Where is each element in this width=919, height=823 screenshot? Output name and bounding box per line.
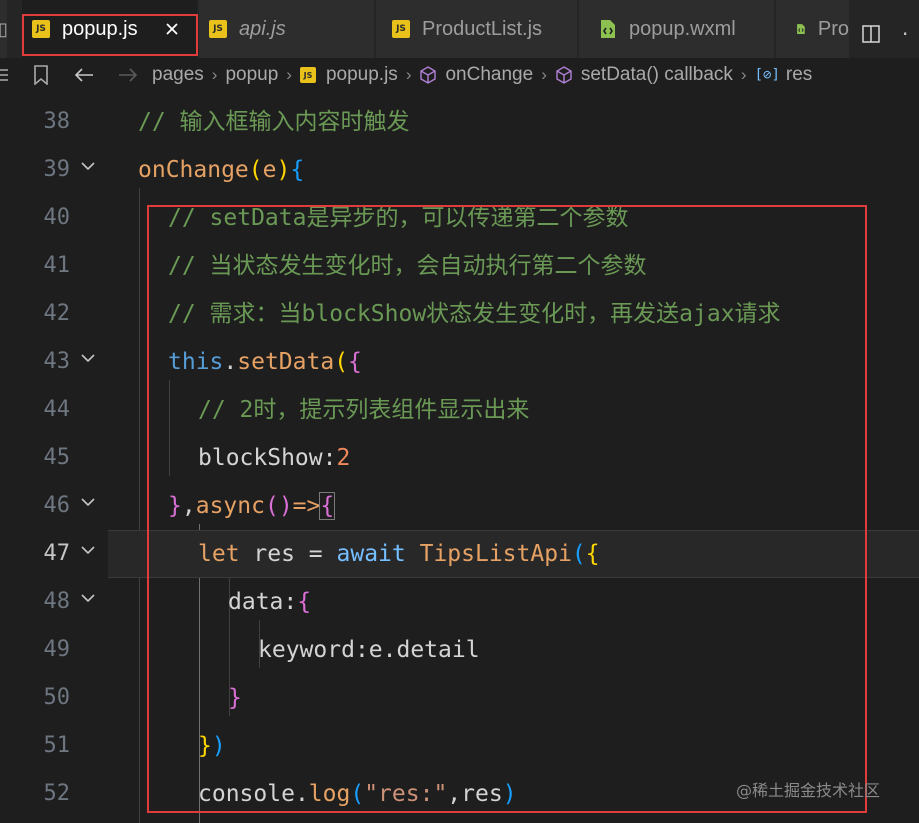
tab-api-js[interactable]: JS api.js — [199, 0, 375, 58]
line-number: 45 — [43, 445, 71, 470]
code-line-current[interactable]: 47 let res = await TipsListApi({ — [0, 530, 919, 578]
code-line[interactable]: 39 onChange(e){ — [0, 146, 919, 194]
line-number: 47 — [43, 541, 71, 566]
tab-productlist-js[interactable]: JS ProductList.js — [376, 0, 578, 58]
code-text: this.setData({ — [168, 349, 362, 375]
line-number: 41 — [43, 253, 71, 278]
line-number: 43 — [43, 349, 71, 374]
tab-label: ProductList.js — [422, 17, 543, 40]
editor-tab-bar: ▯ JS popup.js JS api.js JS ProductList.j… — [0, 0, 919, 59]
code-text: data:{ — [228, 589, 312, 615]
line-number: 38 — [43, 109, 71, 134]
variable-icon: [⊘] — [754, 67, 780, 83]
tab-label: Pro — [817, 17, 849, 40]
breadcrumb-folder-popup[interactable]: popup — [225, 64, 278, 86]
line-number: 48 — [43, 589, 71, 614]
code-line[interactable]: 46 },async()=>{ — [0, 482, 919, 530]
code-comment: // setData是异步的，可以传递第二个参数 — [168, 205, 629, 231]
chevron-right-icon: › — [541, 65, 547, 84]
line-number: 49 — [43, 637, 71, 662]
code-line[interactable]: 44 // 2时，提示列表组件显示出来 — [0, 386, 919, 434]
line-number: 46 — [43, 493, 71, 518]
code-text: } — [228, 685, 242, 711]
chevron-right-icon: › — [740, 65, 747, 84]
code-editor[interactable]: 38 // 输入框输入内容时触发 39 onChange(e){ 40 // s… — [0, 92, 919, 823]
forward-arrow-icon[interactable] — [118, 67, 138, 83]
bookmark-icon[interactable] — [32, 65, 50, 85]
line-number: 39 — [43, 157, 71, 182]
breadcrumb-folder-pages[interactable]: pages — [152, 64, 204, 86]
line-number: 51 — [43, 733, 71, 758]
line-number: 42 — [43, 301, 71, 326]
code-text: }) — [198, 733, 226, 759]
fold-chevron-down-icon[interactable] — [80, 496, 96, 508]
code-text: onChange(e){ — [138, 157, 305, 183]
code-line[interactable]: 49 keyword:e.detail — [0, 626, 919, 674]
code-text: blockShow:2 — [198, 445, 351, 471]
breadcrumb: pages › popup › JS popup.js › onChange ›… — [0, 58, 919, 92]
watermark: @稀土掘金技术社区 — [736, 781, 881, 800]
breadcrumb-symbol-res[interactable]: res — [786, 64, 812, 86]
code-line[interactable]: 41 // 当状态发生变化时，会自动执行第二个参数 — [0, 242, 919, 290]
wxml-file-icon — [601, 20, 615, 38]
code-line[interactable]: 48 data:{ — [0, 578, 919, 626]
line-number: 44 — [43, 397, 71, 422]
code-line[interactable]: 50 } — [0, 674, 919, 722]
close-icon[interactable] — [164, 21, 180, 37]
tab-label: popup.js — [62, 17, 138, 40]
code-line[interactable]: 40 // setData是异步的，可以传递第二个参数 — [0, 194, 919, 242]
code-line[interactable]: 38 // 输入框输入内容时触发 — [0, 98, 919, 146]
chevron-right-icon: › — [405, 65, 412, 84]
line-number: 50 — [43, 685, 71, 710]
code-text: let res = await TipsListApi({ — [198, 541, 600, 567]
code-line[interactable]: 45 blockShow:2 — [0, 434, 919, 482]
split-editor-icon[interactable] — [861, 24, 881, 44]
method-cube-icon — [556, 66, 572, 84]
tab-partial-left-glyph: ▯ — [0, 18, 8, 39]
code-comment: // 需求：当blockShow状态发生变化时，再发送ajax请求 — [168, 301, 781, 327]
chevron-right-icon: › — [211, 65, 218, 84]
code-line[interactable]: 42 // 需求：当blockShow状态发生变化时，再发送ajax请求 — [0, 290, 919, 338]
code-comment: // 2时，提示列表组件显示出来 — [198, 397, 530, 423]
tab-partial-pro[interactable]: Pro — [776, 0, 850, 58]
tab-partial-left[interactable]: ▯ — [0, 0, 8, 58]
wxml-file-icon — [797, 24, 805, 34]
fold-chevron-down-icon[interactable] — [80, 160, 96, 172]
line-number: 52 — [43, 781, 71, 806]
js-file-icon: JS — [209, 20, 227, 38]
js-file-icon: JS — [299, 67, 316, 83]
breadcrumb-symbol-onchange[interactable]: onChange — [445, 64, 533, 86]
method-cube-icon — [420, 66, 437, 84]
tab-popup-wxml[interactable]: popup.wxml — [579, 0, 775, 58]
code-text: },async()=>{ — [168, 492, 336, 520]
tab-popup-js[interactable]: JS popup.js — [22, 0, 198, 58]
code-comment: // 当状态发生变化时，会自动执行第二个参数 — [168, 253, 647, 279]
back-arrow-icon[interactable] — [74, 67, 94, 83]
menu-icon[interactable] — [0, 66, 10, 84]
js-file-icon: JS — [32, 20, 50, 38]
fold-chevron-down-icon[interactable] — [80, 592, 96, 604]
code-comment: // 输入框输入内容时触发 — [138, 109, 410, 135]
code-line[interactable]: 51 }) — [0, 722, 919, 770]
tab-label: popup.wxml — [629, 17, 736, 40]
code-line[interactable]: 43 this.setData({ — [0, 338, 919, 386]
fold-chevron-down-icon[interactable] — [80, 544, 96, 556]
chevron-right-icon: › — [286, 65, 292, 84]
code-text: console.log("res:",res) — [198, 781, 517, 807]
line-number: 40 — [43, 205, 71, 230]
tab-label: api.js — [239, 17, 286, 40]
code-text: keyword:e.detail — [258, 637, 480, 663]
breadcrumb-file[interactable]: popup.js — [326, 64, 398, 86]
fold-chevron-down-icon[interactable] — [80, 352, 96, 364]
js-file-icon: JS — [392, 20, 410, 38]
more-actions-icon[interactable]: · — [902, 24, 908, 44]
breadcrumb-symbol-callback[interactable]: setData() callback — [581, 64, 733, 86]
